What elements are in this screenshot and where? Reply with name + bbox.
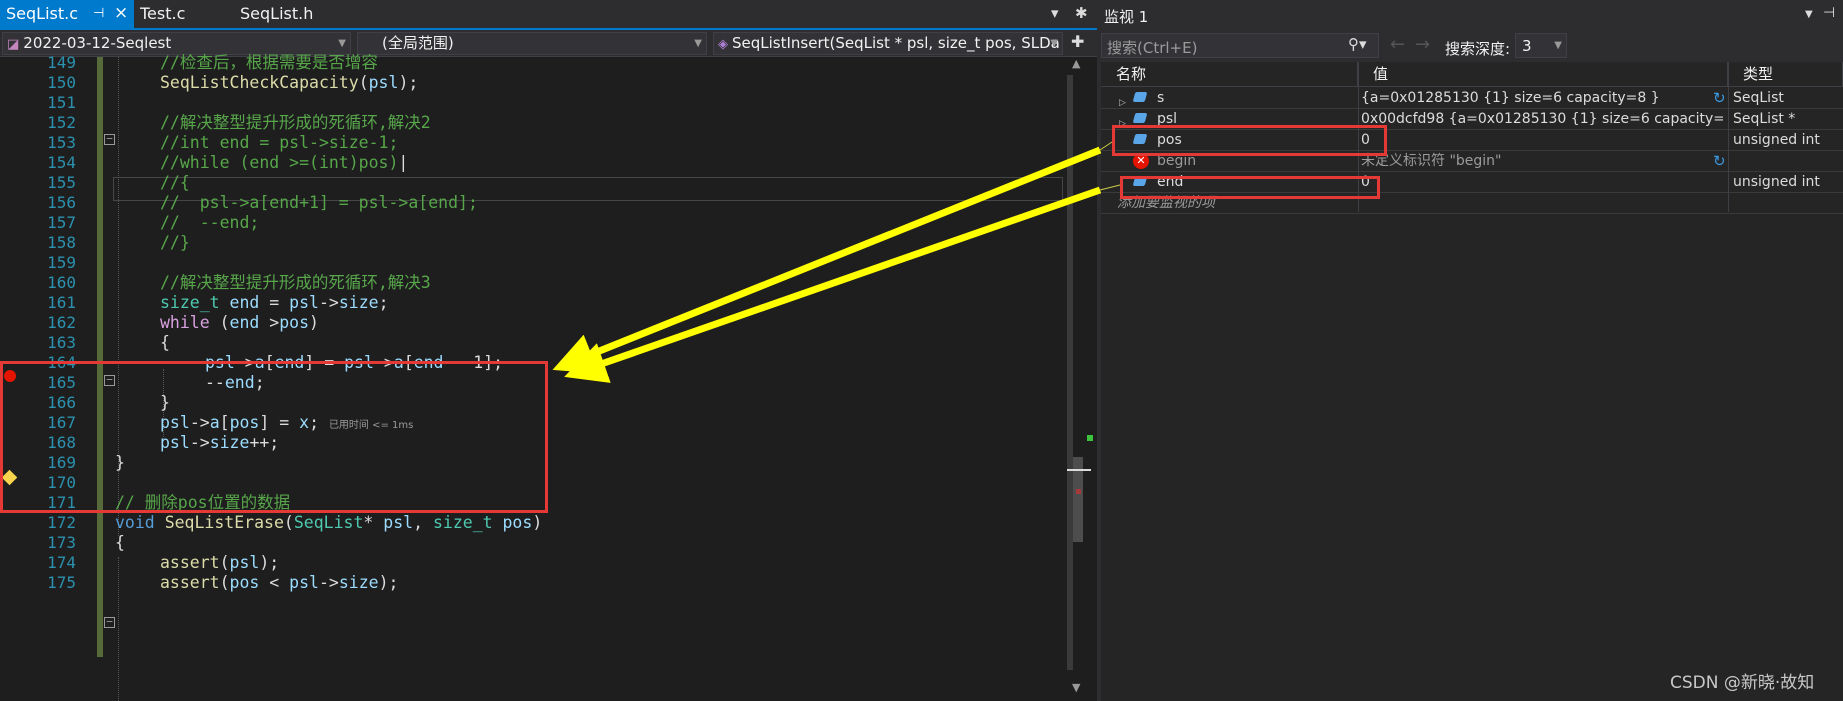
watch-window: 监视 1 ▼ ⊣ 搜索(Ctrl+E) ⚲▾ ← → 搜索深度: 3 ▼ 名称 … <box>1101 0 1843 701</box>
column-header-value[interactable]: 值 <box>1358 62 1728 87</box>
function-label: SeqListInsert(SeqList * psl, size_t pos,… <box>732 34 1060 52</box>
watch-value[interactable]: 0 <box>1361 130 1711 150</box>
watch-type <box>1733 151 1843 171</box>
tab-label: Test.c <box>140 4 186 23</box>
search-icon[interactable]: ⚲▾ <box>1348 35 1367 53</box>
watch-value[interactable]: 0x00dcfd98 {a=0x01285130 {1} size=6 capa… <box>1361 109 1723 129</box>
document-tab-bar: SeqList.c ⊣ × Test.c SeqList.h ▾ ✱ <box>0 0 1097 30</box>
watch-type: unsigned int <box>1733 174 1820 190</box>
watch-title-bar: 监视 1 ▼ ⊣ <box>1101 0 1843 30</box>
annotation-box-loop <box>0 361 548 513</box>
watermark: CSDN @新晓·故知 <box>1670 673 1815 693</box>
watch-type: SeqList <box>1733 90 1784 106</box>
project-label: 2022-03-12-Seqlest <box>23 34 172 52</box>
search-forward-icon[interactable]: → <box>1415 34 1430 55</box>
depth-value: 3 <box>1522 37 1532 55</box>
split-view-icon[interactable]: ✚ <box>1071 32 1084 51</box>
search-back-icon[interactable]: ← <box>1390 34 1405 55</box>
watch-value[interactable]: {a=0x01285130 {1} size=6 capacity=8 } <box>1361 88 1711 108</box>
tab-label: SeqList.h <box>240 4 314 23</box>
watch-row[interactable]: ▷ s {a=0x01285130 {1} size=6 capacity=8 … <box>1101 88 1843 109</box>
tab-seqlist-h[interactable]: SeqList.h <box>234 0 354 28</box>
close-icon[interactable]: × <box>114 0 128 27</box>
tab-overflow-icon[interactable]: ▾ <box>1051 4 1059 22</box>
search-placeholder: 搜索(Ctrl+E) <box>1107 39 1198 57</box>
watch-value[interactable]: 0 <box>1361 172 1711 192</box>
search-input[interactable]: 搜索(Ctrl+E) ⚲▾ <box>1101 33 1379 58</box>
line-number: 175 <box>47 573 76 592</box>
refresh-icon[interactable]: ↻ <box>1713 151 1726 171</box>
caret-marker <box>1067 469 1091 471</box>
scroll-up-icon[interactable]: ▲ <box>1072 57 1080 70</box>
column-header-type[interactable]: 类型 <box>1728 62 1843 87</box>
tab-test-c[interactable]: Test.c <box>134 0 234 28</box>
watch-name[interactable]: s <box>1157 88 1347 108</box>
refresh-icon[interactable]: ↻ <box>1713 88 1726 108</box>
watch-value[interactable]: 未定义标识符 "begin" <box>1361 151 1711 171</box>
collapse-icon[interactable]: − <box>104 616 115 628</box>
tab-label: SeqList.c <box>6 4 79 23</box>
watch-toolbar: 搜索(Ctrl+E) ⚲▾ ← → 搜索深度: 3 ▼ <box>1101 30 1843 62</box>
settings-icon[interactable]: ✱ <box>1075 4 1088 22</box>
code-editor[interactable]: SeqList.c ⊣ × Test.c SeqList.h ▾ ✱ ◪ 2022… <box>0 0 1097 701</box>
breakpoint-marker <box>1076 489 1081 494</box>
watch-type: unsigned int <box>1733 132 1820 148</box>
watch-title: 监视 1 <box>1104 8 1149 26</box>
variable-icon <box>1132 92 1148 102</box>
window-menu-icon[interactable]: ▼ <box>1805 9 1813 20</box>
variable-icon <box>1132 113 1148 123</box>
scope-label: (全局范围) <box>382 34 454 52</box>
watch-type: SeqList * <box>1733 111 1796 127</box>
scroll-track[interactable] <box>1067 75 1073 670</box>
change-marker <box>1087 435 1093 441</box>
depth-label: 搜索深度: <box>1445 40 1511 58</box>
vertical-scrollbar[interactable]: ▲ ▼ <box>1067 57 1097 701</box>
chevron-down-icon: ▼ <box>1554 40 1562 51</box>
annotation-box-end <box>1120 176 1380 199</box>
pin-icon[interactable]: ⊣ <box>93 0 104 28</box>
scroll-down-icon[interactable]: ▼ <box>1072 681 1080 694</box>
annotation-box-pos <box>1112 125 1387 156</box>
tab-seqlist-c[interactable]: SeqList.c ⊣ × <box>0 0 134 28</box>
code-line: 175 assert(pos < psl->size); <box>0 571 1070 595</box>
pin-icon[interactable]: ⊣ <box>1823 5 1835 21</box>
column-divider <box>1728 62 1729 212</box>
watch-grid: 名称 值 类型 ▷ s {a=0x01285130 {1} size=6 cap… <box>1101 62 1843 701</box>
depth-select[interactable]: 3 ▼ <box>1515 33 1567 58</box>
column-header-name[interactable]: 名称 <box>1101 62 1358 87</box>
